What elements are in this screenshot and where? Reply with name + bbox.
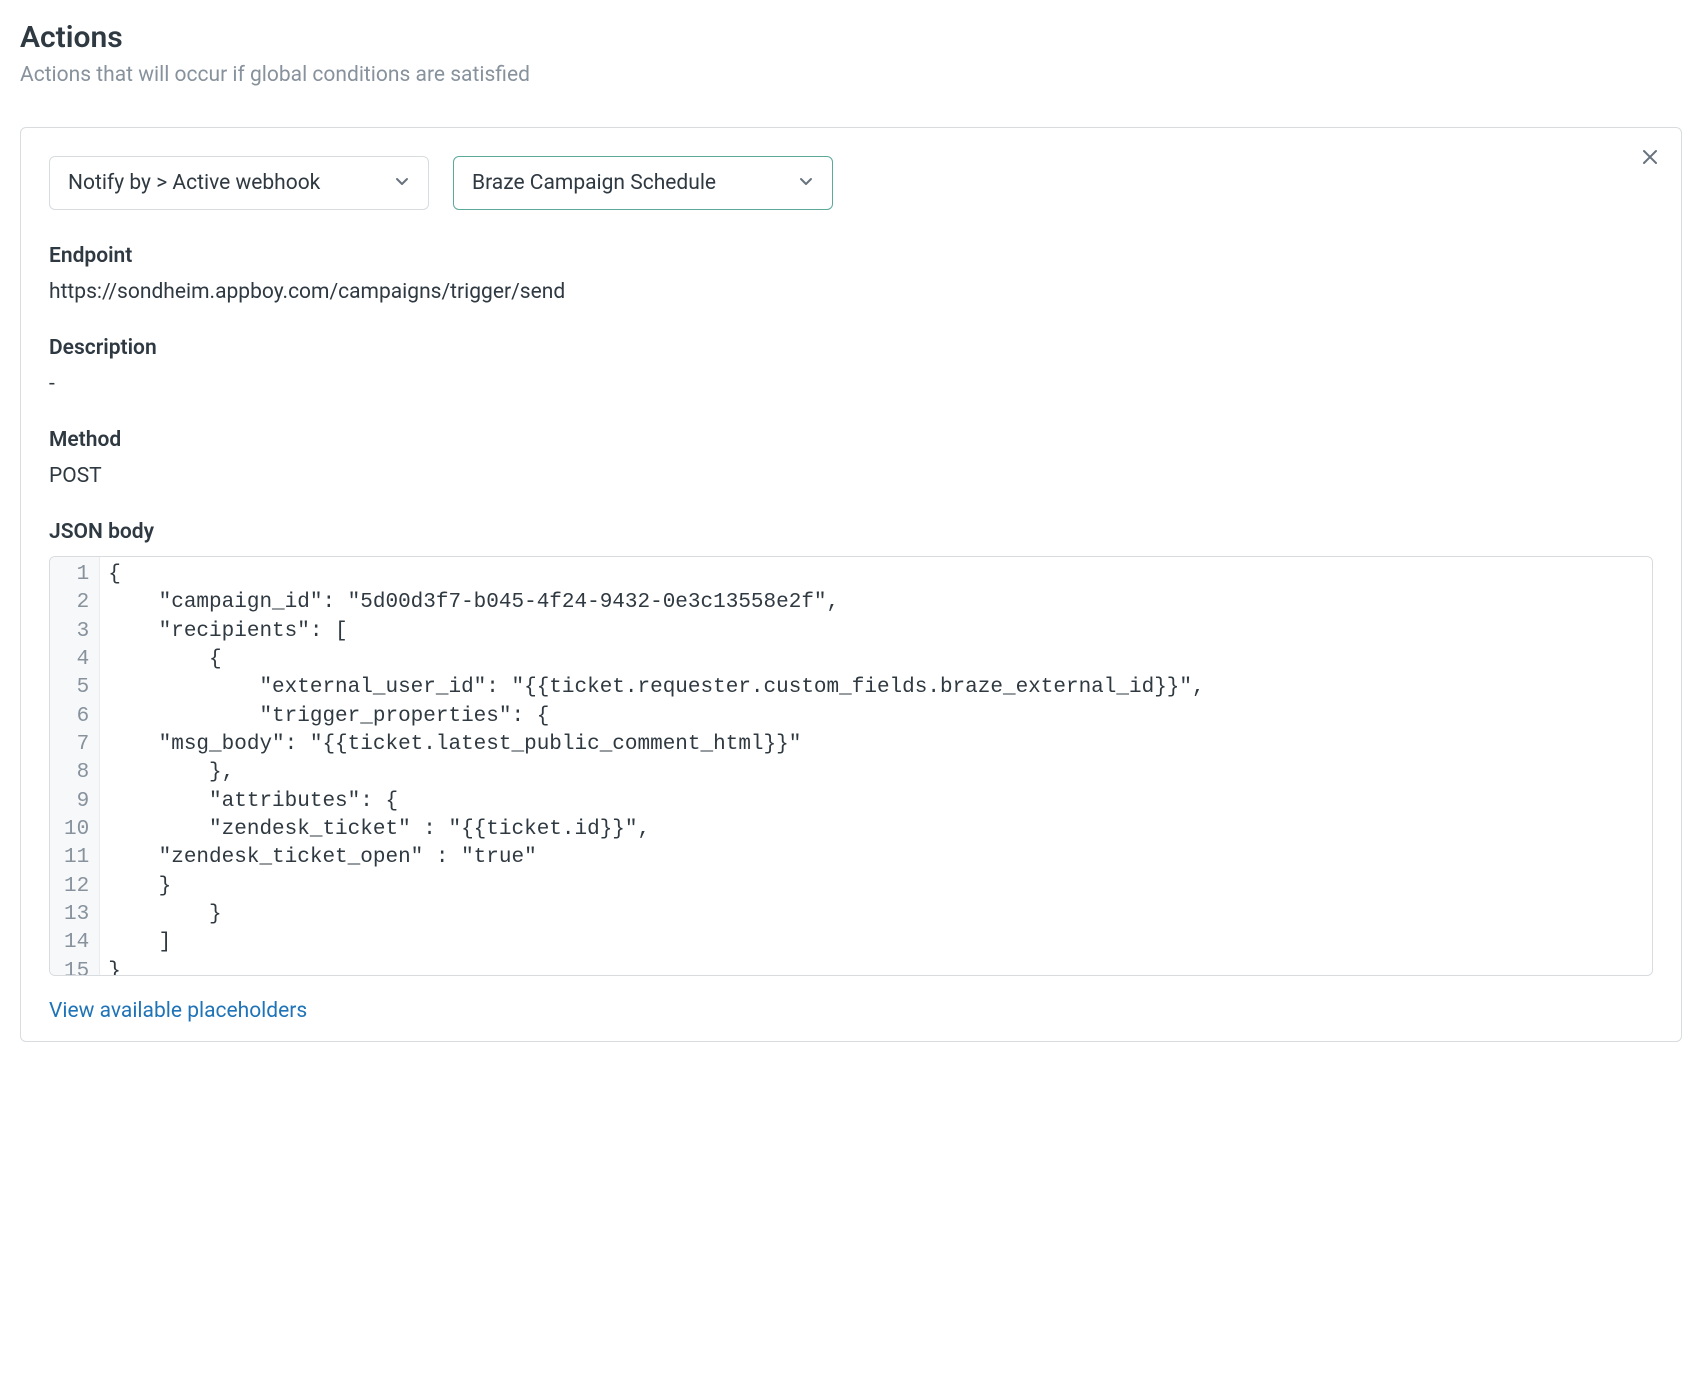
line-number: 10 bbox=[64, 816, 89, 844]
dropdown-row: Notify by > Active webhook Braze Campaig… bbox=[49, 156, 1653, 210]
json-body-editor[interactable]: 123456789101112131415 { "campaign_id": "… bbox=[49, 556, 1653, 976]
code-line: }, bbox=[108, 759, 1644, 787]
line-number: 2 bbox=[64, 589, 89, 617]
view-placeholders-link[interactable]: View available placeholders bbox=[49, 999, 307, 1023]
line-number: 3 bbox=[64, 618, 89, 646]
chevron-down-icon bbox=[394, 171, 410, 195]
code-line: "attributes": { bbox=[108, 788, 1644, 816]
code-body[interactable]: { "campaign_id": "5d00d3f7-b045-4f24-943… bbox=[100, 557, 1652, 975]
line-number: 5 bbox=[64, 674, 89, 702]
line-number: 6 bbox=[64, 703, 89, 731]
action-type-label: Notify by > Active webhook bbox=[68, 171, 320, 195]
close-button[interactable] bbox=[1637, 144, 1663, 170]
action-type-dropdown[interactable]: Notify by > Active webhook bbox=[49, 156, 429, 210]
line-number: 15 bbox=[64, 958, 89, 976]
code-line: } bbox=[108, 873, 1644, 901]
code-line: { bbox=[108, 646, 1644, 674]
json-body-label: JSON body bbox=[49, 520, 1653, 544]
code-line: "recipients": [ bbox=[108, 618, 1644, 646]
method-value: POST bbox=[49, 464, 1653, 488]
line-number: 7 bbox=[64, 731, 89, 759]
code-line: } bbox=[108, 958, 1644, 975]
action-target-dropdown[interactable]: Braze Campaign Schedule bbox=[453, 156, 833, 210]
close-icon bbox=[1641, 148, 1659, 166]
page-title: Actions bbox=[20, 20, 1682, 55]
code-line: { bbox=[108, 561, 1644, 589]
line-number: 9 bbox=[64, 788, 89, 816]
description-value: - bbox=[49, 372, 1653, 396]
code-gutter: 123456789101112131415 bbox=[50, 557, 100, 975]
code-line: "trigger_properties": { bbox=[108, 703, 1644, 731]
code-line: ] bbox=[108, 929, 1644, 957]
code-line: "campaign_id": "5d00d3f7-b045-4f24-9432-… bbox=[108, 589, 1644, 617]
endpoint-label: Endpoint bbox=[49, 244, 1653, 268]
description-label: Description bbox=[49, 336, 1653, 360]
code-line: } bbox=[108, 901, 1644, 929]
code-line: "external_user_id": "{{ticket.requester.… bbox=[108, 674, 1644, 702]
line-number: 14 bbox=[64, 929, 89, 957]
endpoint-value: https://sondheim.appboy.com/campaigns/tr… bbox=[49, 280, 1653, 304]
line-number: 11 bbox=[64, 844, 89, 872]
chevron-down-icon bbox=[798, 171, 814, 195]
page-subtitle: Actions that will occur if global condit… bbox=[20, 63, 1682, 87]
line-number: 1 bbox=[64, 561, 89, 589]
method-label: Method bbox=[49, 428, 1653, 452]
code-line: "zendesk_ticket" : "{{ticket.id}}", bbox=[108, 816, 1644, 844]
line-number: 13 bbox=[64, 901, 89, 929]
code-line: "zendesk_ticket_open" : "true" bbox=[108, 844, 1644, 872]
line-number: 12 bbox=[64, 873, 89, 901]
action-target-label: Braze Campaign Schedule bbox=[472, 171, 716, 195]
code-line: "msg_body": "{{ticket.latest_public_comm… bbox=[108, 731, 1644, 759]
line-number: 8 bbox=[64, 759, 89, 787]
action-card: Notify by > Active webhook Braze Campaig… bbox=[20, 127, 1682, 1042]
line-number: 4 bbox=[64, 646, 89, 674]
